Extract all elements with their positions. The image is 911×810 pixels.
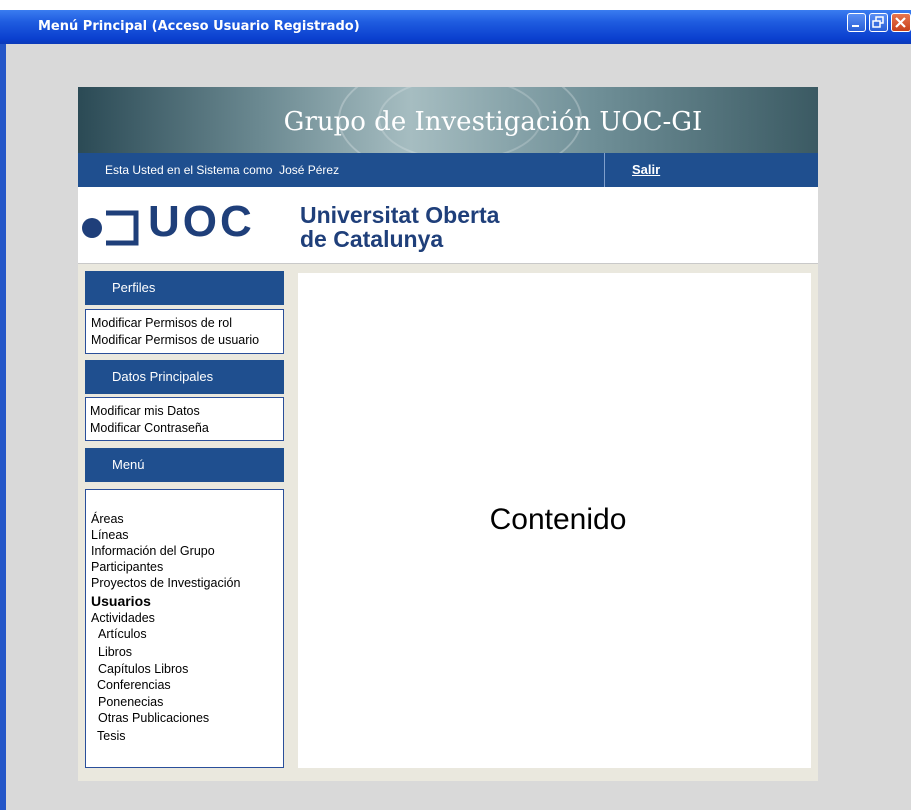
header-banner: Grupo de Investigación UOC-GI (78, 87, 818, 153)
minimize-button[interactable] (847, 13, 866, 32)
menu-item-tesis[interactable]: Tesis (97, 729, 125, 743)
menu-item-usuarios[interactable]: Usuarios (91, 593, 151, 609)
link-modificar-contrasena[interactable]: Modificar Contraseña (90, 420, 283, 437)
university-logo-band: UOC Universitat Oberta de Catalunya (78, 187, 818, 264)
link-modificar-permisos-rol[interactable]: Modificar Permisos de rol (91, 315, 283, 332)
menu-item-conferencias[interactable]: Conferencias (97, 678, 171, 692)
menu-item-participantes[interactable]: Participantes (91, 560, 163, 574)
content-area: Contenido (298, 273, 811, 768)
section-title: Datos Principales (112, 369, 214, 384)
title-bar[interactable]: Menú Principal (Acceso Usuario Registrad… (0, 10, 911, 44)
logout-link[interactable]: Salir (632, 162, 660, 177)
link-modificar-permisos-usuario[interactable]: Modificar Permisos de usuario (91, 332, 283, 349)
restore-icon (872, 16, 884, 28)
content-placeholder: Contenido (489, 503, 627, 536)
menu-item-lineas[interactable]: Líneas (91, 528, 129, 542)
menu-item-libros[interactable]: Libros (98, 645, 132, 659)
logo-abbreviation: UOC (148, 197, 255, 246)
perfiles-panel: Modificar Permisos de rol Modificar Perm… (85, 309, 284, 354)
close-icon (895, 17, 906, 28)
restore-button[interactable] (869, 13, 888, 32)
menu-item-otras-publicaciones[interactable]: Otras Publicaciones (98, 711, 209, 725)
menu-item-proyectos[interactable]: Proyectos de Investigación (91, 576, 240, 590)
link-modificar-mis-datos[interactable]: Modificar mis Datos (90, 403, 283, 420)
menu-item-informacion-grupo[interactable]: Información del Grupo (91, 544, 215, 558)
menu-item-articulos[interactable]: Artículos (98, 627, 147, 641)
section-title: Perfiles (112, 280, 156, 295)
university-name: Universitat Oberta de Catalunya (300, 203, 499, 251)
menu-item-actividades[interactable]: Actividades (91, 611, 155, 625)
section-header-datos-principales: Datos Principales (85, 360, 284, 394)
window-title: Menú Principal (Acceso Usuario Registrad… (38, 19, 360, 34)
section-title: Menú (112, 457, 145, 472)
minimize-icon (852, 25, 859, 27)
datos-panel: Modificar mis Datos Modificar Contraseña (85, 397, 284, 441)
web-page: Grupo de Investigación UOC-GI Esta Usted… (78, 87, 818, 781)
site-title: Grupo de Investigación UOC-GI (283, 107, 703, 137)
session-divider (604, 153, 605, 187)
session-bar: Esta Usted en el Sistema como José Pérez… (78, 153, 818, 187)
menu-panel: Áreas Líneas Información del Grupo Parti… (85, 489, 284, 768)
menu-item-areas[interactable]: Áreas (91, 512, 124, 526)
close-button[interactable] (891, 13, 911, 32)
menu-item-capitulos-libros[interactable]: Capítulos Libros (98, 662, 188, 676)
university-name-line1: Universitat Oberta (300, 202, 500, 228)
university-name-line2: de Catalunya (300, 226, 444, 252)
menu-item-ponenecias[interactable]: Ponenecias (98, 695, 163, 709)
section-header-menu: Menú (85, 448, 284, 482)
section-header-perfiles: Perfiles (85, 271, 284, 305)
session-user-text: Esta Usted en el Sistema como José Pérez (105, 163, 340, 177)
